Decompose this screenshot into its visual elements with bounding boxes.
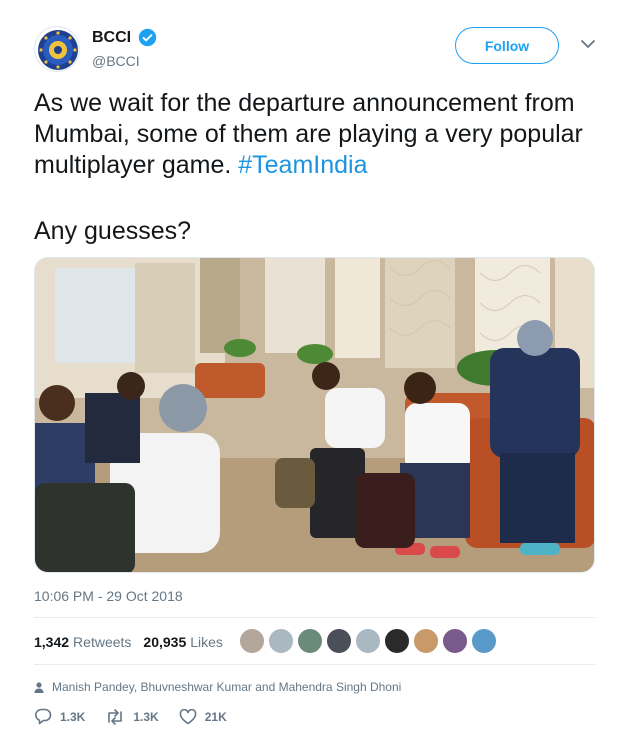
reply-count: 1.3K (60, 709, 86, 724)
tweet-photo[interactable] (34, 257, 595, 573)
heart-icon (179, 708, 197, 724)
author-handle[interactable]: @BCCI (92, 53, 140, 69)
retweet-count: 1.3K (133, 709, 159, 724)
tweet-actions: 1.3K 1.3K 21K (34, 708, 247, 725)
caret-down-icon[interactable] (580, 38, 596, 50)
tweet-timestamp[interactable]: 10:06 PM - 29 Oct 2018 (34, 588, 183, 604)
likes-stat[interactable]: 20,935 Likes (143, 634, 223, 650)
tweet-text-question: Any guesses? (34, 217, 192, 245)
liker-avatar[interactable] (297, 628, 323, 654)
reply-icon (35, 708, 52, 725)
retweets-stat[interactable]: 1,342 Retweets (34, 634, 131, 650)
tweet-header: BCCI @BCCI Follow (34, 24, 604, 74)
liker-avatar[interactable] (413, 628, 439, 654)
divider (34, 617, 595, 618)
author-avatar[interactable] (34, 26, 80, 72)
liker-avatar[interactable] (326, 628, 352, 654)
tweet-text: As we wait for the departure announcemen… (34, 88, 594, 181)
liker-avatar[interactable] (268, 628, 294, 654)
retweets-count: 1,342 (34, 634, 70, 650)
like-count: 21K (204, 709, 227, 724)
author-name[interactable]: BCCI (92, 29, 131, 47)
likes-label: Likes (190, 634, 223, 650)
like-button[interactable]: 21K (179, 708, 227, 725)
divider (34, 664, 595, 665)
verified-badge-icon (138, 28, 157, 47)
tweet-stats: 1,342 Retweets 20,935 Likes (34, 632, 235, 652)
retweet-button[interactable]: 1.3K (105, 708, 159, 725)
liker-avatars (239, 628, 500, 654)
liker-avatar[interactable] (239, 628, 265, 654)
liker-avatar[interactable] (355, 628, 381, 654)
hashtag-link[interactable]: #TeamIndia (238, 151, 367, 179)
follow-button[interactable]: Follow (455, 27, 559, 64)
tagged-people-text: Manish Pandey, Bhuvneshwar Kumar and Mah… (52, 680, 402, 694)
retweet-icon (108, 708, 123, 725)
person-icon (34, 681, 44, 693)
likes-count: 20,935 (143, 634, 187, 650)
liker-avatar[interactable] (384, 628, 410, 654)
liker-avatar[interactable] (471, 628, 497, 654)
tagged-people[interactable]: Manish Pandey, Bhuvneshwar Kumar and Mah… (34, 680, 401, 694)
liker-avatar[interactable] (442, 628, 468, 654)
retweets-label: Retweets (73, 634, 132, 650)
airport-lounge-photo (35, 258, 594, 572)
reply-button[interactable]: 1.3K (34, 708, 85, 725)
